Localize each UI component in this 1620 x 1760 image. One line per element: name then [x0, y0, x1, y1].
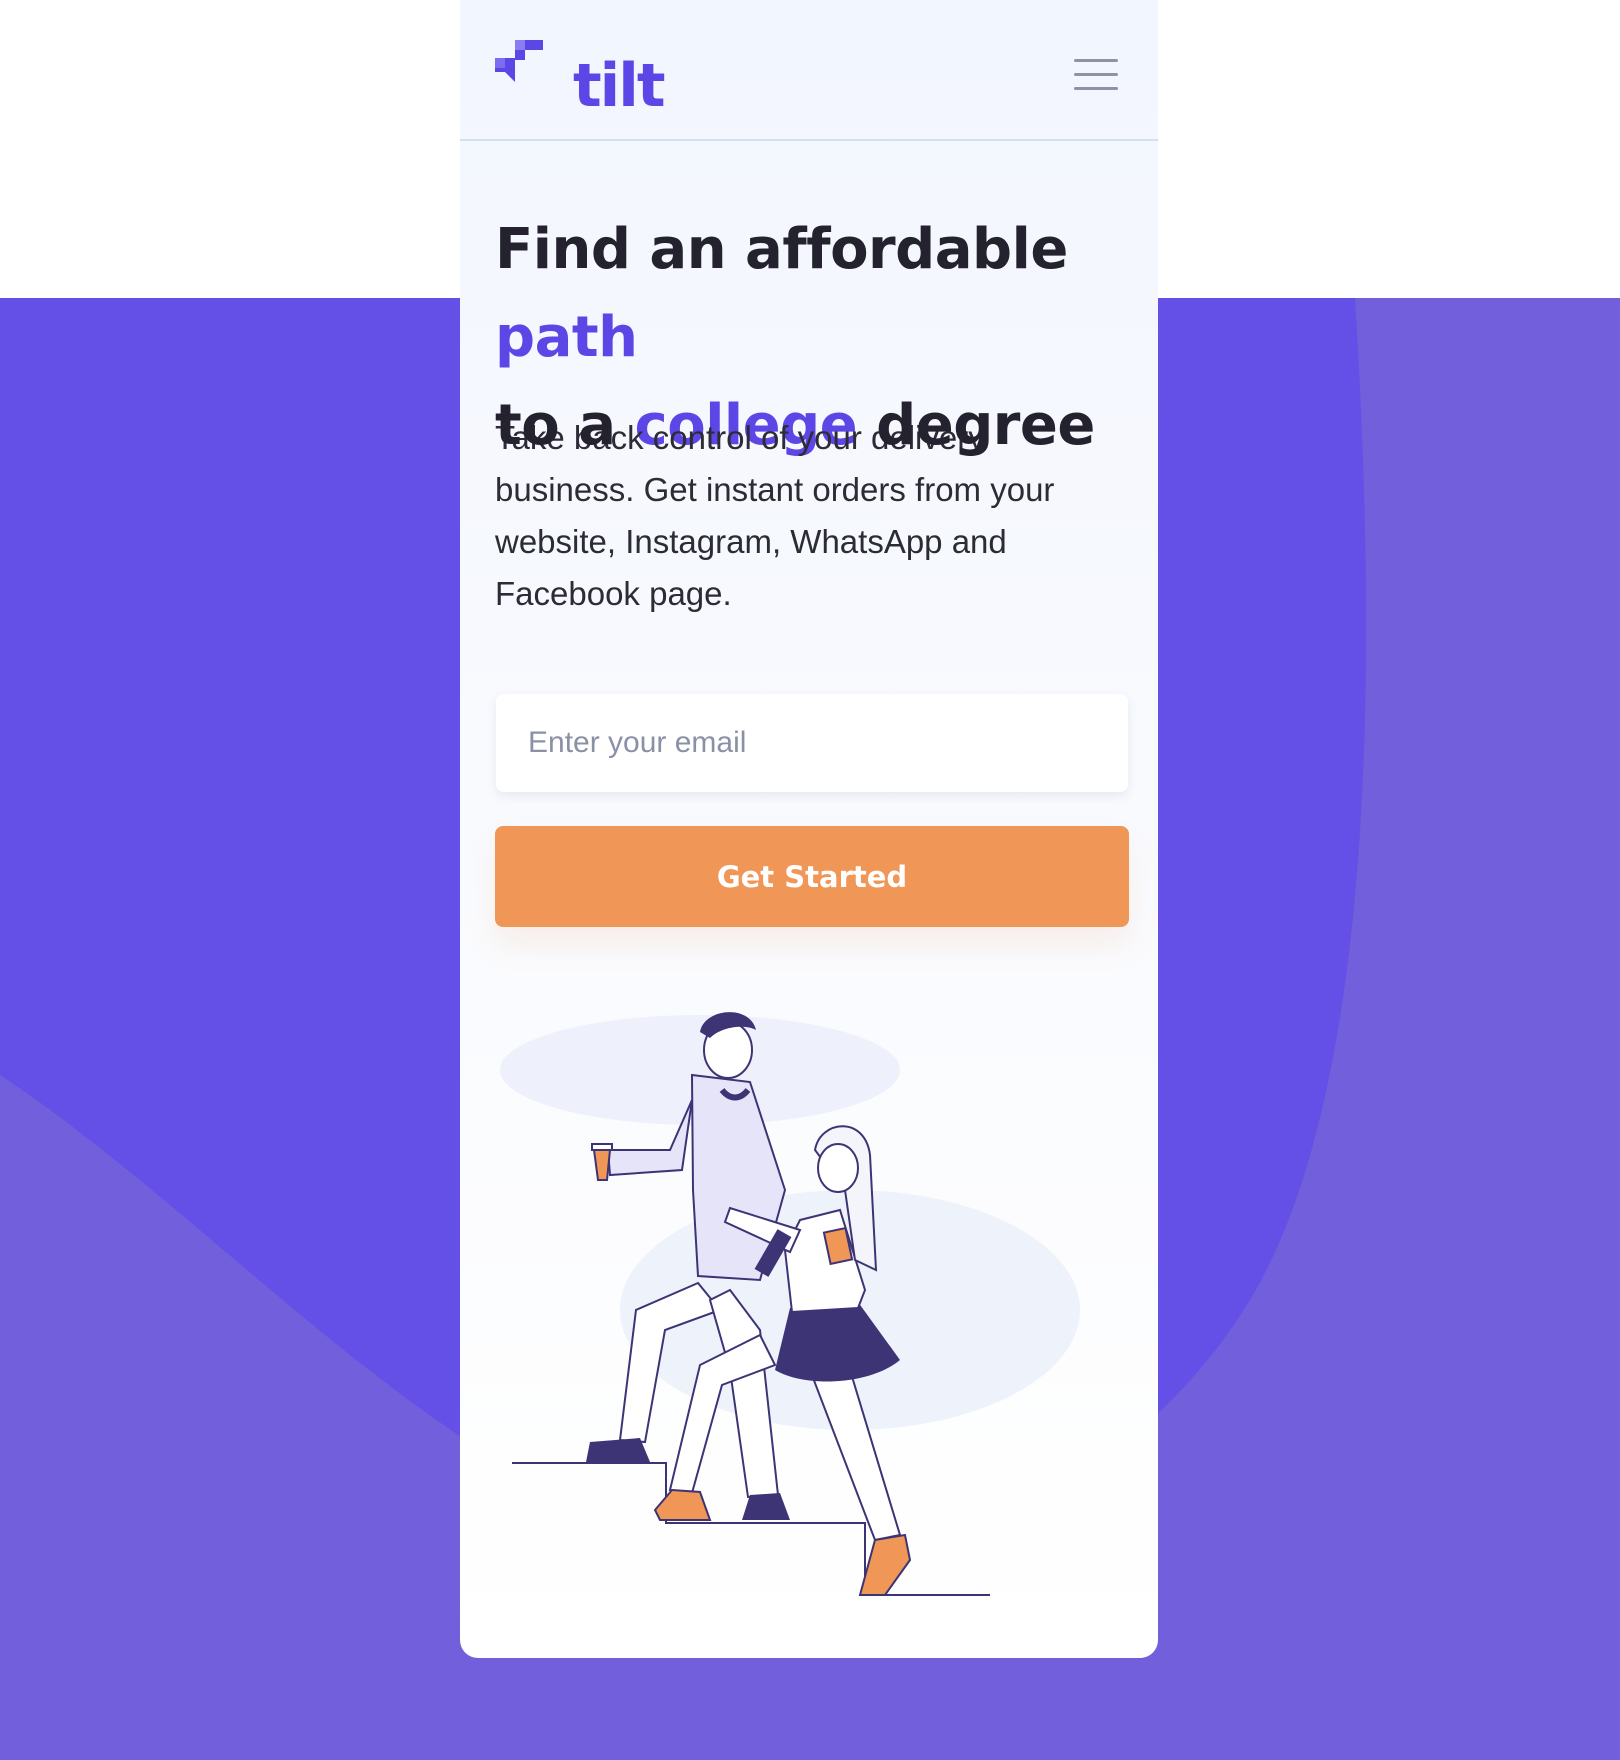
brand-logo[interactable]: tilt [495, 38, 665, 118]
top-navigation-bar: tilt [460, 0, 1158, 141]
headline-highlight-path: path [495, 294, 638, 382]
hamburger-menu-icon [1074, 59, 1118, 62]
email-input[interactable] [496, 694, 1128, 792]
get-started-button[interactable]: Get Started [495, 826, 1129, 927]
stacked-blocks-logo-icon [495, 40, 543, 82]
students-walking-up-stairs-illustration [500, 1012, 1080, 1596]
brand-name: tilt [573, 51, 665, 121]
hamburger-menu-line [1074, 73, 1118, 76]
headline-text-1: Find an affordable [495, 217, 1068, 282]
headline-text-2: to a [495, 393, 635, 458]
hamburger-menu-line [1074, 87, 1118, 90]
headline-text-3: degree [857, 393, 1095, 458]
mobile-page-card: tilt Find an affordable path to a college… [460, 0, 1158, 1658]
hamburger-menu-button[interactable] [1074, 55, 1122, 95]
